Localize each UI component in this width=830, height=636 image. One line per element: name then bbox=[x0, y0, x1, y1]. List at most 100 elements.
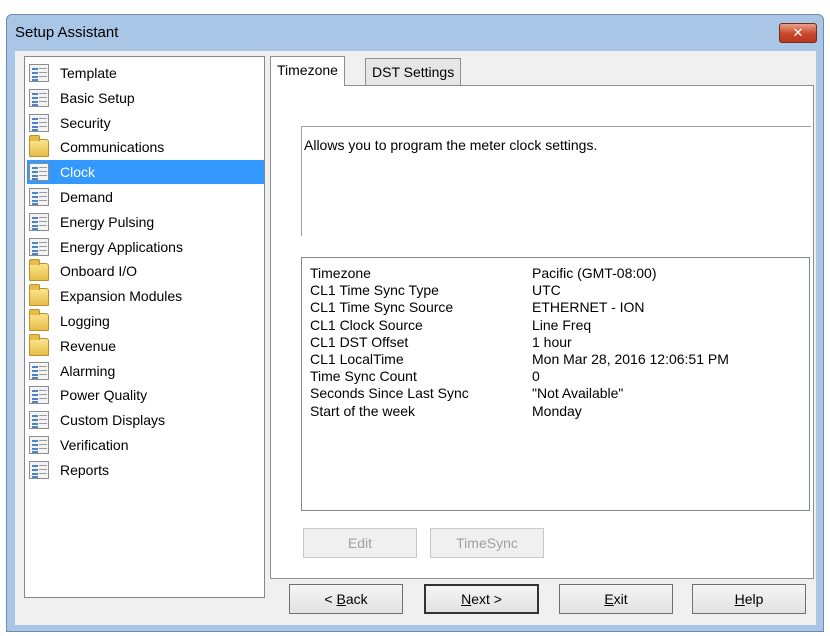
tree-item-label: Alarming bbox=[60, 362, 116, 379]
property-value: 0 bbox=[532, 368, 540, 385]
next-mnemonic: N bbox=[461, 591, 472, 607]
tree-item-label: Verification bbox=[60, 437, 129, 453]
tree-item-energy-applications[interactable]: Energy Applications bbox=[27, 235, 264, 259]
properties-list[interactable]: Timezone Pacific (GMT-08:00) CL1 Time Sync… bbox=[301, 257, 810, 511]
title-bar[interactable]: Setup Assistant ✕ bbox=[7, 15, 823, 51]
tree-item-expansion-modules[interactable]: Expansion Modules bbox=[27, 284, 264, 308]
timesync-button-label: TimeSync bbox=[456, 535, 518, 551]
property-name: Timezone bbox=[310, 265, 371, 281]
tree-item-energy-pulsing[interactable]: Energy Pulsing bbox=[27, 210, 264, 234]
document-icon bbox=[29, 188, 49, 206]
help-button[interactable]: Help bbox=[692, 584, 806, 614]
help-button-label: Help bbox=[735, 591, 764, 607]
property-row[interactable]: Start of the week Monday bbox=[310, 403, 805, 420]
tree-item-power-quality[interactable]: Power Quality bbox=[27, 383, 264, 407]
tree-item-reports[interactable]: Reports bbox=[27, 458, 264, 482]
tab-timezone[interactable]: Timezone bbox=[270, 56, 345, 86]
tree-item-label: Onboard I/O bbox=[60, 263, 138, 280]
dialog-client-area: Template Basic Setup Security Communication… bbox=[15, 51, 816, 625]
tree-item-onboard-i-o[interactable]: Onboard I/O bbox=[27, 259, 264, 283]
tab-dst-settings[interactable]: DST Settings bbox=[365, 58, 462, 86]
folder-icon bbox=[29, 309, 49, 331]
tree-item-label: Custom Displays bbox=[60, 412, 166, 429]
property-name: CL1 Time Sync Source bbox=[310, 299, 454, 316]
property-value: "Not Available" bbox=[532, 385, 624, 402]
exit-button[interactable]: Exit bbox=[559, 584, 673, 614]
document-icon bbox=[29, 361, 49, 380]
tree-item-label: Expansion Modules bbox=[60, 288, 183, 305]
tree-item-security[interactable]: Security bbox=[27, 111, 264, 135]
tree-item-logging[interactable]: Logging bbox=[27, 309, 264, 333]
back-button-label: < Back bbox=[324, 591, 367, 607]
help-rest: elp bbox=[744, 591, 764, 607]
close-icon: ✕ bbox=[792, 25, 804, 40]
tree-item-alarming[interactable]: Alarming bbox=[27, 359, 264, 383]
tree-item-label: Power Quality bbox=[60, 387, 148, 404]
tree-item-label: Security bbox=[60, 114, 111, 131]
document-icon bbox=[29, 113, 49, 132]
next-rest: ext > bbox=[471, 591, 502, 607]
property-row[interactable]: CL1 Time Sync Type UTC bbox=[310, 282, 805, 299]
tree-item-clock[interactable]: Clock bbox=[27, 160, 264, 185]
timesync-button[interactable]: TimeSync bbox=[430, 528, 544, 558]
property-name: CL1 DST Offset bbox=[310, 333, 409, 350]
property-value: Line Freq bbox=[532, 316, 592, 333]
property-row[interactable]: Time Sync Count 0 bbox=[310, 368, 805, 385]
tree-item-label: Basic Setup bbox=[60, 89, 135, 106]
next-button-label: Next > bbox=[461, 591, 502, 607]
back-rest: ack bbox=[345, 591, 368, 607]
tree-item-label: Logging bbox=[60, 313, 110, 329]
property-name: Start of the week bbox=[310, 402, 416, 419]
back-button[interactable]: < Back bbox=[289, 584, 403, 614]
tree-item-revenue[interactable]: Revenue bbox=[27, 333, 264, 358]
close-button[interactable]: ✕ bbox=[779, 23, 817, 43]
document-icon bbox=[29, 64, 49, 82]
property-value: UTC bbox=[532, 282, 561, 299]
tree-item-label: Communications bbox=[60, 139, 165, 156]
exit-button-label: Exit bbox=[604, 591, 627, 607]
tree-item-label: Template bbox=[60, 65, 117, 81]
document-icon bbox=[29, 460, 49, 479]
edit-button[interactable]: Edit bbox=[303, 528, 417, 558]
exit-mnemonic: E bbox=[604, 591, 614, 607]
document-icon bbox=[29, 88, 49, 107]
property-value: 1 hour bbox=[532, 333, 572, 350]
tree-item-verification[interactable]: Verification bbox=[27, 433, 264, 457]
folder-icon bbox=[29, 284, 49, 307]
tree-item-label: Demand bbox=[60, 189, 113, 205]
tree-item-label: Clock bbox=[59, 162, 97, 183]
tree-item-communications[interactable]: Communications bbox=[27, 135, 264, 159]
tree-item-demand[interactable]: Demand bbox=[27, 185, 264, 209]
document-icon bbox=[29, 237, 49, 256]
next-button[interactable]: Next > bbox=[424, 584, 539, 614]
tab-panel: Timezone DST Settings Allows you to prog… bbox=[270, 56, 815, 579]
property-row[interactable]: CL1 Clock Source Line Freq bbox=[310, 317, 805, 334]
property-value: Pacific (GMT-08:00) bbox=[532, 265, 657, 281]
back-mnemonic: B bbox=[336, 591, 346, 607]
property-value: ETHERNET - ION bbox=[532, 299, 645, 316]
back-prefix: < bbox=[324, 591, 337, 607]
tab-label: DST Settings bbox=[372, 64, 455, 80]
property-row[interactable]: Seconds Since Last Sync "Not Available" bbox=[310, 385, 805, 402]
property-row[interactable]: CL1 DST Offset 1 hour bbox=[310, 334, 805, 351]
help-mnemonic: H bbox=[734, 591, 745, 607]
document-icon bbox=[29, 386, 49, 405]
property-row[interactable]: CL1 LocalTime Mon Mar 28, 2016 12:06:51 P… bbox=[310, 351, 805, 368]
document-icon bbox=[29, 212, 49, 231]
tab-content: Allows you to program the meter clock se… bbox=[270, 85, 814, 579]
tree-item-custom-displays[interactable]: Custom Displays bbox=[27, 408, 264, 432]
tab-label: Timezone bbox=[277, 62, 338, 78]
property-name: Time Sync Count bbox=[310, 368, 417, 385]
folder-icon bbox=[29, 135, 49, 158]
document-icon bbox=[29, 436, 49, 454]
tree-item-label: Energy Pulsing bbox=[60, 213, 155, 230]
document-icon bbox=[29, 163, 49, 182]
property-row[interactable]: CL1 Time Sync Source ETHERNET - ION bbox=[310, 299, 805, 316]
setup-tree[interactable]: Template Basic Setup Security Communication… bbox=[24, 56, 265, 598]
property-row[interactable]: Timezone Pacific (GMT-08:00) bbox=[310, 265, 805, 282]
description-box: Allows you to program the meter clock se… bbox=[301, 126, 811, 236]
tree-item-template[interactable]: Template bbox=[27, 61, 264, 85]
property-name: CL1 Clock Source bbox=[310, 316, 423, 333]
description-text: Allows you to program the meter clock se… bbox=[304, 137, 598, 153]
tree-item-basic-setup[interactable]: Basic Setup bbox=[27, 86, 264, 110]
